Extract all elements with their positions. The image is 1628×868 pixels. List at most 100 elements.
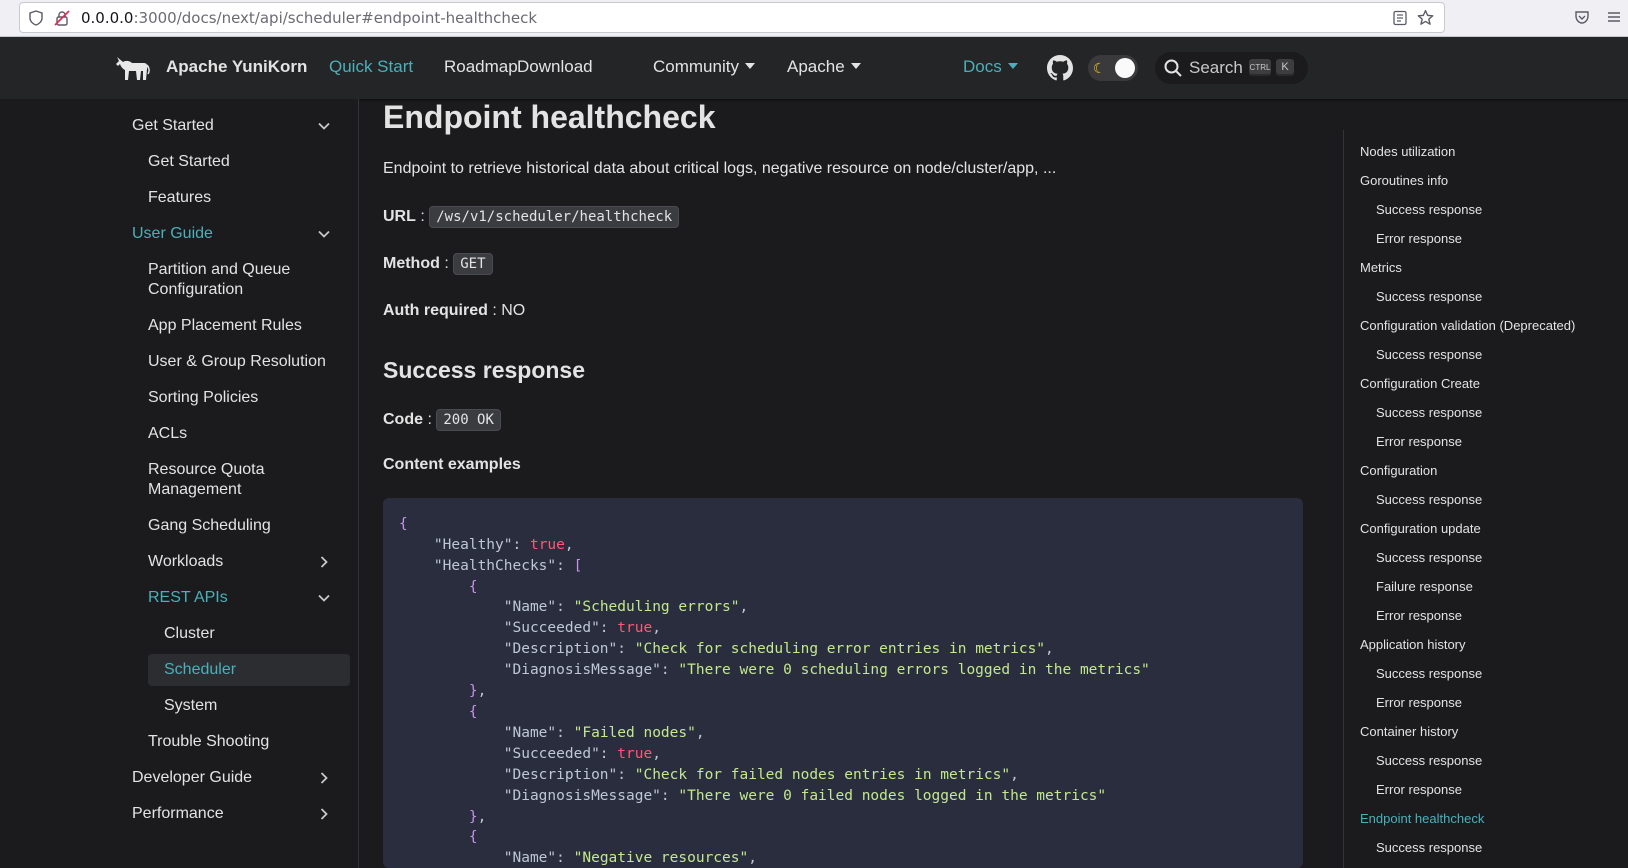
sidebar-item-workloads[interactable]: Workloads	[148, 552, 344, 572]
method-separator: :	[439, 255, 454, 272]
toc-item[interactable]: Failure response	[1376, 579, 1473, 594]
chevron-right-icon[interactable]	[317, 771, 331, 785]
sidebar-item-sorting-policies[interactable]: Sorting Policies	[148, 388, 344, 408]
github-icon[interactable]	[1047, 55, 1073, 81]
nav-docs-label: Docs	[963, 57, 1002, 76]
yunikorn-unicorn-logo-icon[interactable]	[114, 53, 150, 83]
code-line: "Succeeded": true,	[503, 746, 661, 762]
json-bool: true	[529, 537, 565, 553]
toc-item[interactable]: Error response	[1376, 608, 1462, 623]
nav-quick-start[interactable]: Quick Start	[329, 57, 413, 77]
nav-roadmap[interactable]: Roadmap	[444, 57, 518, 77]
toc-item[interactable]: Success response	[1376, 347, 1482, 362]
json-string: "Negative resources"	[573, 850, 749, 866]
toc-item[interactable]: Success response	[1376, 753, 1482, 768]
chevron-down-icon[interactable]	[317, 119, 331, 133]
toc-item[interactable]: Application history	[1360, 637, 1466, 652]
toc-item[interactable]: Error response	[1376, 231, 1462, 246]
search-button[interactable]: Search CTRL K	[1155, 52, 1308, 84]
nav-apache-dropdown[interactable]: Apache	[787, 57, 861, 77]
json-key: "Name"	[503, 599, 557, 615]
pocket-icon[interactable]	[1574, 9, 1590, 25]
toc-item[interactable]: Metrics	[1360, 260, 1402, 275]
search-icon	[1164, 59, 1182, 77]
json-code-block[interactable]: { "Healthy": true, "HealthChecks": [ { "…	[383, 498, 1303, 868]
hamburger-menu-icon[interactable]	[1606, 9, 1622, 25]
json-key: "DiagnosisMessage"	[503, 662, 661, 678]
toc-item[interactable]: Success response	[1376, 202, 1482, 217]
url-value: /ws/v1/scheduler/healthcheck	[429, 206, 680, 228]
url-row: URL : /ws/v1/scheduler/healthcheck	[383, 206, 680, 228]
content-examples-heading: Content examples	[383, 456, 521, 473]
code-line: "DiagnosisMessage": "There were 0 failed…	[503, 788, 1107, 804]
toc-item[interactable]: Configuration Create	[1360, 376, 1480, 391]
dark-mode-toggle[interactable]: ☾	[1088, 55, 1138, 81]
search-label: Search	[1189, 58, 1243, 77]
auth-separator: :	[487, 302, 502, 319]
sidebar-item-cluster[interactable]: Cluster	[164, 624, 344, 644]
url-host: 0.0.0.0	[81, 9, 134, 27]
toc-item[interactable]: Error response	[1376, 695, 1462, 710]
code-line: "Name": "Negative resources",	[503, 850, 757, 866]
toc-item[interactable]: Configuration validation (Deprecated)	[1360, 318, 1575, 333]
toc-item[interactable]: Container history	[1360, 724, 1458, 739]
url-text[interactable]: 0.0.0.0:3000/docs/next/api/scheduler#end…	[81, 9, 537, 27]
toc-item[interactable]: Configuration	[1360, 463, 1437, 478]
chevron-right-icon[interactable]	[317, 807, 331, 821]
code-line: "Succeeded": true,	[503, 620, 661, 636]
code-line: "Healthy": true,	[433, 537, 574, 553]
shield-icon[interactable]	[28, 10, 44, 26]
code-line: },	[468, 683, 487, 699]
toc-item[interactable]: Success response	[1376, 492, 1482, 507]
toc-item[interactable]: Nodes utilization	[1360, 144, 1455, 159]
code-line: {	[399, 516, 408, 532]
toc-item[interactable]: Error response	[1376, 782, 1462, 797]
sidebar-item-scheduler[interactable]: Scheduler	[164, 660, 344, 680]
toc-item[interactable]: Goroutines info	[1360, 173, 1448, 188]
site-brand[interactable]: Apache YuniKorn	[166, 57, 307, 77]
address-bar[interactable]: 0.0.0.0:3000/docs/next/api/scheduler#end…	[19, 2, 1445, 33]
toc-item[interactable]: Success response	[1376, 666, 1482, 681]
sidebar-item-resource-quota[interactable]: Resource Quota Management	[148, 460, 344, 500]
json-string: "Check for failed nodes entries in metri…	[634, 767, 1011, 783]
method-value: GET	[453, 253, 493, 275]
toc-item[interactable]: Success response	[1376, 289, 1482, 304]
chevron-down-icon[interactable]	[317, 227, 331, 241]
nav-download[interactable]: Download	[517, 57, 593, 77]
sidebar-item-trouble-shooting[interactable]: Trouble Shooting	[148, 732, 344, 752]
sidebar-item-system[interactable]: System	[164, 696, 344, 716]
sidebar-item-user-group[interactable]: User & Group Resolution	[148, 352, 344, 372]
toc-item[interactable]: Success response	[1376, 405, 1482, 420]
json-key: "DiagnosisMessage"	[503, 788, 661, 804]
chevron-right-icon[interactable]	[317, 555, 331, 569]
json-string: "Check for scheduling error entries in m…	[634, 641, 1046, 657]
sidebar-item-gang-scheduling[interactable]: Gang Scheduling	[148, 516, 344, 536]
insecure-lock-icon[interactable]	[54, 10, 70, 26]
toc-item-active[interactable]: Endpoint healthcheck	[1360, 811, 1484, 826]
chevron-down-icon	[850, 62, 861, 69]
nav-community-label: Community	[653, 57, 739, 76]
sidebar-item-features[interactable]: Features	[148, 188, 344, 208]
toc-item[interactable]: Error response	[1376, 434, 1462, 449]
toc-item[interactable]: Configuration update	[1360, 521, 1481, 536]
auth-label: Auth required	[383, 302, 488, 319]
reader-view-icon[interactable]	[1392, 10, 1408, 26]
sidebar-item-placement-rules[interactable]: App Placement Rules	[148, 316, 344, 336]
toc-item[interactable]: Success response	[1376, 840, 1482, 855]
nav-community-dropdown[interactable]: Community	[653, 57, 755, 77]
json-bool: true	[617, 746, 653, 762]
sidebar-item-partition-queue[interactable]: Partition and Queue Configuration	[148, 260, 344, 300]
json-string: "Scheduling errors"	[573, 599, 740, 615]
chevron-down-icon[interactable]	[317, 591, 331, 605]
sidebar-item-rest-apis[interactable]: REST APIs	[148, 588, 344, 608]
code-separator: :	[423, 411, 437, 428]
bookmark-star-icon[interactable]	[1417, 9, 1434, 26]
json-key: "Succeeded"	[503, 620, 600, 636]
nav-docs-dropdown[interactable]: Docs	[963, 57, 1018, 77]
sidebar-item-get-started[interactable]: Get Started	[148, 152, 344, 172]
kbd-ctrl: CTRL	[1249, 59, 1271, 76]
toc-item[interactable]: Success response	[1376, 550, 1482, 565]
sidebar-item-acls[interactable]: ACLs	[148, 424, 344, 444]
code-row: Code : 200 OK	[383, 409, 501, 431]
table-of-contents: Nodes utilization Goroutines info Succes…	[1343, 130, 1628, 868]
